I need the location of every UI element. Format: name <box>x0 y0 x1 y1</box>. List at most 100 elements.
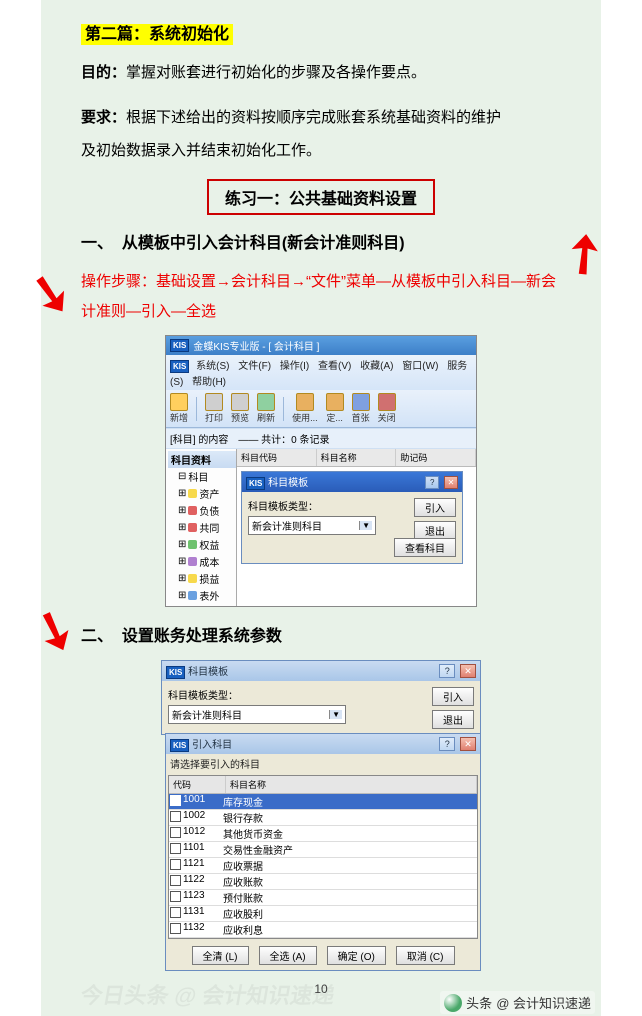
toolbar-button[interactable]: 使用... <box>292 393 318 424</box>
select-all-button[interactable]: 全选 (A) <box>259 946 317 965</box>
tree-root[interactable]: ⊟科目 <box>168 468 236 485</box>
tree-node[interactable]: ⊞共同 <box>168 519 236 536</box>
table-row[interactable]: 1131应收股利 <box>169 906 477 922</box>
checkbox[interactable] <box>170 843 181 854</box>
highlighted-heading: 第二篇：系统初始化 <box>81 24 233 45</box>
accounts-grid: 代码 科目名称 1001库存现金1002银行存款1012其他货币资金1101交易… <box>168 775 478 939</box>
toolbar-print-button[interactable]: 打印 <box>205 393 223 424</box>
select-value: 新会计准则科目 <box>172 707 242 722</box>
app-logo-icon: KIS <box>166 666 185 679</box>
col-name: 科目名称 <box>317 449 397 466</box>
cancel-button[interactable]: 取消 (C) <box>396 946 455 965</box>
tree-node[interactable]: ⊞资产 <box>168 485 236 502</box>
import-account-dialog: KIS 引入科目 ? ✕ 请选择要引入的科目 代码 科目名称 1001库存现金1… <box>165 733 481 971</box>
table-row[interactable]: 1012其他货币资金 <box>169 826 477 842</box>
tree-node[interactable]: ⊞权益 <box>168 536 236 553</box>
purpose-text: 掌握对账套进行初始化的步骤及各操作要点。 <box>126 64 426 81</box>
table-row[interactable]: 1002银行存款 <box>169 810 477 826</box>
document-page: ➘ ➚ ➘ 第二篇：系统初始化 目的：掌握对账套进行初始化的步骤及各操作要点。 … <box>41 0 601 1016</box>
chapter-heading: 第二篇：系统初始化 <box>81 20 561 44</box>
window-title: 金蝶KIS专业版 - [ 会计科目 ] <box>193 338 319 353</box>
section-2-heading: 二、 设置账务处理系统参数 <box>81 622 561 646</box>
checkbox[interactable] <box>170 875 181 886</box>
dialog-button-row: 全清 (L) 全选 (A) 确定 (O) 取消 (C) <box>166 941 480 970</box>
checkbox[interactable] <box>170 907 181 918</box>
exercise-title-box: 练习一：公共基础资料设置 <box>207 179 435 215</box>
dialog-titlebar: KIS 引入科目 ? ✕ <box>166 734 480 754</box>
toolbar-new-button[interactable]: 新增 <box>170 393 188 424</box>
toolbar-refresh-button[interactable]: 刷新 <box>257 393 275 424</box>
help-icon[interactable]: ? <box>425 476 439 489</box>
grid-header: 代码 科目名称 <box>169 776 477 794</box>
table-row[interactable]: 1122应收账款 <box>169 874 477 890</box>
close-icon[interactable]: ✕ <box>460 664 476 678</box>
row-name: 交易性金融资产 <box>219 842 477 857</box>
clear-all-button[interactable]: 全清 (L) <box>192 946 249 965</box>
row-name: 银行存款 <box>219 810 477 825</box>
section-1-number: 一、 <box>81 235 113 252</box>
row-name: 应收利息 <box>219 922 477 937</box>
exercise-box-wrap: 练习一：公共基础资料设置 <box>81 179 561 215</box>
section-1-heading: 一、 从模板中引入会计科目(新会计准则科目) <box>81 229 561 253</box>
exit-button[interactable]: 退出 <box>432 710 474 729</box>
checkbox[interactable] <box>170 923 181 934</box>
menu-item[interactable]: 操作(I) <box>280 361 309 372</box>
tree-node[interactable]: ⊞损益 <box>168 570 236 587</box>
dialog-hint: 请选择要引入的科目 <box>166 754 480 773</box>
row-code: 1132 <box>181 922 219 937</box>
help-icon[interactable]: ? <box>439 737 455 751</box>
field-label: 科目模板类型： <box>168 687 474 702</box>
window-titlebar: KIS 金蝶KIS专业版 - [ 会计科目 ] <box>166 336 476 355</box>
menu-item[interactable]: 帮助(H) <box>192 377 226 388</box>
import-button[interactable]: 引入 <box>432 687 474 706</box>
menu-item[interactable]: 查看(V) <box>318 361 351 372</box>
screenshot-app-window: KIS 金蝶KIS专业版 - [ 会计科目 ] KIS 系统(S) 文件(F) … <box>165 335 477 607</box>
help-icon[interactable]: ? <box>439 664 455 678</box>
table-row[interactable]: 1132应收利息 <box>169 922 477 938</box>
row-code: 1001 <box>181 794 219 809</box>
row-code: 1122 <box>181 874 219 889</box>
tree-node[interactable]: ⊞负债 <box>168 502 236 519</box>
checkbox[interactable] <box>170 795 181 806</box>
toolbar-preview-button[interactable]: 预览 <box>231 393 249 424</box>
row-name: 应收票据 <box>219 858 477 873</box>
menu-item[interactable]: 文件(F) <box>238 361 271 372</box>
table-row[interactable]: 1121应收票据 <box>169 858 477 874</box>
tree-node[interactable]: ⊞表外 <box>168 587 236 604</box>
view-account-button[interactable]: 查看科目 <box>394 538 456 557</box>
row-code: 1012 <box>181 826 219 841</box>
toolbar-button[interactable]: 定... <box>326 393 344 424</box>
checkbox[interactable] <box>170 811 181 822</box>
info-right: —— 共计：0 条记录 <box>238 431 329 446</box>
import-button[interactable]: 引入 <box>414 498 456 517</box>
section-1-steps: 操作步骤：基础设置→会计科目→“文件”菜单—从模板中引入科目—新会计准则—引入—… <box>81 267 561 327</box>
tree-title: 科目资料 <box>168 451 236 468</box>
account-tree: 科目资料 ⊟科目 ⊞资产 ⊞负债 ⊞共同 ⊞权益 ⊞成本 ⊞损益 ⊞表外 <box>166 449 237 606</box>
author-badge: 头条 @ 会计知识速递 <box>440 991 595 1014</box>
table-row[interactable]: 1101交易性金融资产 <box>169 842 477 858</box>
row-code: 1002 <box>181 810 219 825</box>
checkbox[interactable] <box>170 827 181 838</box>
template-dialog: KIS 科目模板 ? ✕ 科目模板类型： 新会计准则科目 ▼ <box>241 471 463 564</box>
template-type-select[interactable]: 新会计准则科目 ▼ <box>248 516 376 535</box>
close-icon[interactable]: ✕ <box>460 737 476 751</box>
tree-node[interactable]: ⊞成本 <box>168 553 236 570</box>
checkbox[interactable] <box>170 891 181 902</box>
table-row[interactable]: 1001库存现金 <box>169 794 477 810</box>
menu-item[interactable]: 窗口(W) <box>402 361 438 372</box>
toolbar-close-button[interactable]: 关闭 <box>378 393 396 424</box>
ok-button[interactable]: 确定 (O) <box>327 946 386 965</box>
table-row[interactable]: 1123预付账款 <box>169 890 477 906</box>
toolbar-first-button[interactable]: 首张 <box>352 393 370 424</box>
screenshot-dialogs: KIS 科目模板 ? ✕ 科目模板类型： 新会计准则科目 ▼ 引入 退出 <box>161 660 481 971</box>
info-left: [科目] 的内容 <box>170 431 228 446</box>
template-type-select[interactable]: 新会计准则科目 ▼ <box>168 705 346 724</box>
menu-item[interactable]: 收藏(A) <box>360 361 393 372</box>
dialog-title: 科目模板 <box>268 478 308 489</box>
chevron-down-icon: ▼ <box>359 521 372 530</box>
checkbox[interactable] <box>170 859 181 870</box>
close-icon[interactable]: ✕ <box>444 476 458 489</box>
menu-item[interactable]: 系统(S) <box>196 361 229 372</box>
red-arrow-icon: ➘ <box>25 265 77 324</box>
row-code: 1101 <box>181 842 219 857</box>
